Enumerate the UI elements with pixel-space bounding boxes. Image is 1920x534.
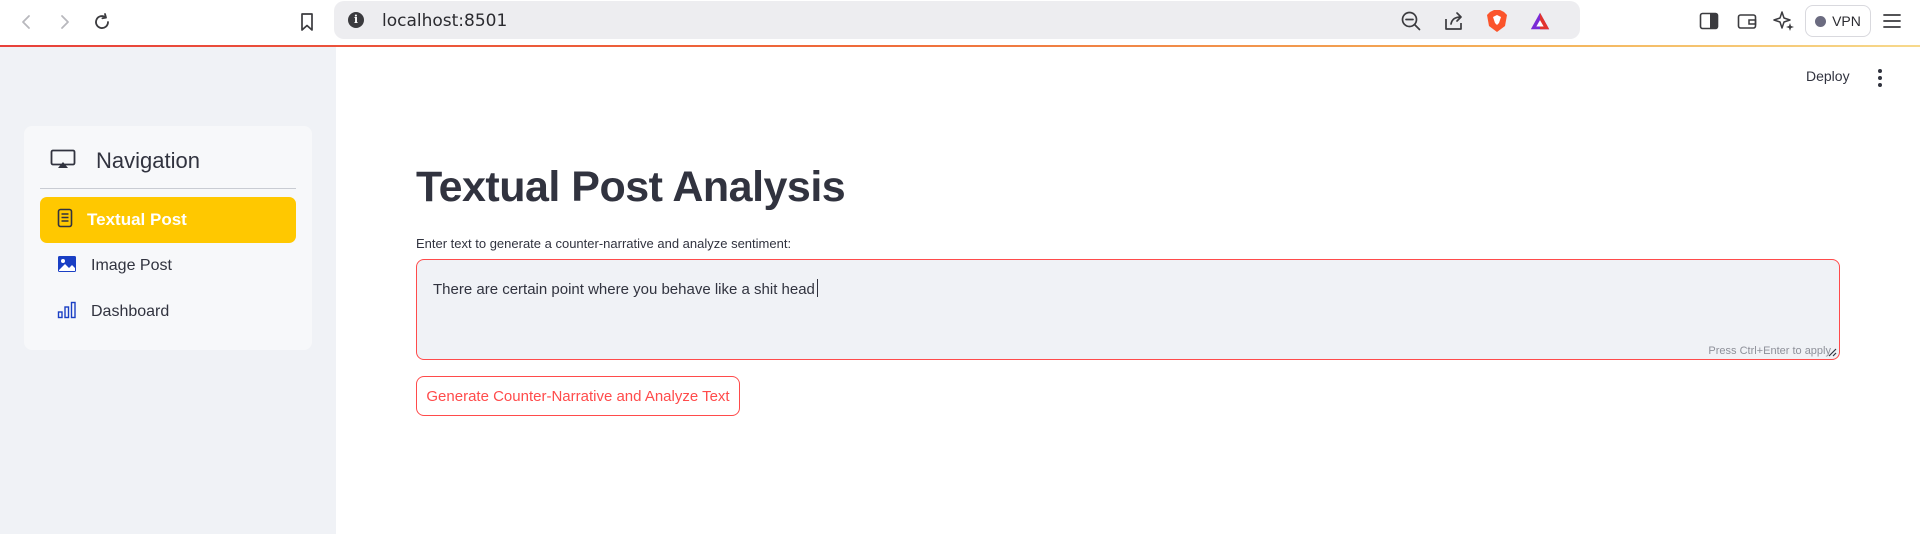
menu-icon[interactable] <box>1880 9 1904 33</box>
sidebar-item-dashboard[interactable]: Dashboard <box>40 289 296 335</box>
navigation-divider <box>40 188 296 189</box>
bookmark-icon[interactable] <box>293 8 321 36</box>
navigation-title: Navigation <box>96 148 200 173</box>
vpn-status-icon <box>1815 15 1827 27</box>
brave-rewards-icon[interactable] <box>1529 10 1551 32</box>
text-input-value[interactable]: There are certain point where you behave… <box>433 279 818 298</box>
generate-analyze-button[interactable]: Generate Counter-Narrative and Analyze T… <box>416 376 740 416</box>
vpn-label: VPN <box>1832 13 1861 29</box>
sidebar-icon[interactable] <box>1697 9 1721 33</box>
text-input-area[interactable]: There are certain point where you behave… <box>416 259 1840 360</box>
url-text[interactable]: localhost:8501 <box>382 11 507 31</box>
sidebar-item-label: Textual Post <box>87 210 187 229</box>
resize-handle-icon[interactable] <box>1828 348 1837 357</box>
wallet-icon[interactable] <box>1735 9 1759 33</box>
navigation-header: Navigation <box>50 148 200 174</box>
main-content: Deploy Textual Post Analysis Enter text … <box>336 47 1920 534</box>
document-icon <box>57 208 73 233</box>
text-cursor <box>816 279 818 297</box>
page-title: Textual Post Analysis <box>416 163 846 211</box>
forward-icon[interactable] <box>50 8 78 36</box>
share-icon[interactable] <box>1443 10 1465 32</box>
back-icon[interactable] <box>13 8 41 36</box>
image-icon <box>57 255 77 278</box>
cast-icon <box>50 149 76 174</box>
address-bar[interactable]: i localhost:8501 <box>334 1 1580 39</box>
more-options-icon[interactable] <box>1877 69 1883 87</box>
sidebar-item-textual-post[interactable]: Textual Post <box>40 197 296 243</box>
sidebar-item-image-post[interactable]: Image Post <box>40 243 296 289</box>
site-info-icon[interactable]: i <box>348 12 364 28</box>
sidebar-item-label: Image Post <box>91 257 172 274</box>
navigation-menu: Navigation Textual Post Image Post Dashb… <box>24 126 312 350</box>
deploy-button[interactable]: Deploy <box>1806 68 1850 84</box>
sidebar-item-label: Dashboard <box>91 303 170 320</box>
zoom-out-icon[interactable] <box>1400 10 1422 32</box>
reload-icon[interactable] <box>88 8 116 36</box>
input-hint: Press Ctrl+Enter to apply <box>1708 345 1831 357</box>
vpn-button[interactable]: VPN <box>1805 5 1871 37</box>
sidebar: Navigation Textual Post Image Post Dashb… <box>0 47 336 534</box>
leo-ai-icon[interactable] <box>1772 9 1796 33</box>
input-label: Enter text to generate a counter-narrati… <box>416 236 792 251</box>
brave-shields-icon[interactable] <box>1486 10 1508 32</box>
browser-toolbar: i localhost:8501 VPN <box>0 0 1920 47</box>
bar-chart-icon <box>57 301 77 324</box>
